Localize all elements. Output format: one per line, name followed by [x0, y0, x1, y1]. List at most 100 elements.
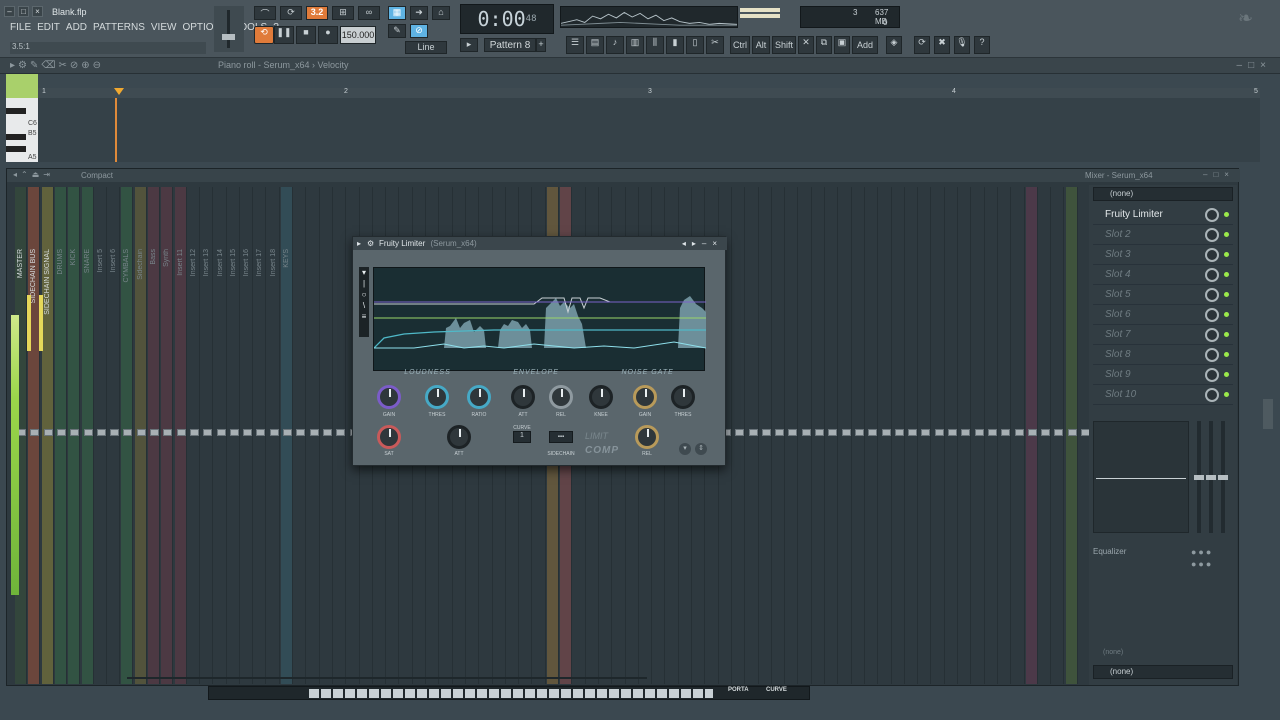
effect-slot-5[interactable]: Slot 5	[1093, 285, 1233, 305]
eq-knobs-icon[interactable]: ●●●	[1191, 547, 1213, 557]
track-fader[interactable]	[189, 429, 199, 436]
panic-icon[interactable]: ✖	[934, 36, 950, 54]
mixer-track-73[interactable]	[986, 187, 998, 684]
mixer-track-4[interactable]: KICK	[68, 187, 81, 684]
timeline-ruler[interactable]: 1 2 3 4 5	[38, 88, 1260, 98]
effect-slot-8[interactable]: Slot 8	[1093, 345, 1233, 365]
effect-slot-6[interactable]: Slot 6	[1093, 305, 1233, 325]
track-fader[interactable]	[176, 429, 186, 436]
menu-edit[interactable]: EDIT	[37, 22, 60, 33]
track-fader[interactable]	[854, 429, 864, 436]
piano-roll-grid[interactable]	[38, 98, 1260, 162]
menu-file[interactable]: FILE	[10, 22, 31, 33]
plugin-window-controls-icon[interactable]: ◂▸–×	[682, 237, 723, 250]
track-fader[interactable]	[1027, 429, 1037, 436]
piano-roll-tools-icon[interactable]: ▸⚙✎⌫✂⊘⊕⊖	[10, 60, 104, 71]
mixer-track-65[interactable]	[880, 187, 892, 684]
effect-slot-1[interactable]: Fruity Limiter	[1093, 205, 1233, 225]
mixer-track-78[interactable]	[1052, 187, 1065, 684]
midi-icon[interactable]: ◈	[886, 36, 902, 54]
mixer-track-17[interactable]: Insert 16	[241, 187, 254, 684]
track-fader[interactable]	[987, 429, 997, 436]
mixer-track-13[interactable]: Insert 12	[188, 187, 200, 684]
piano-roll-icon[interactable]: ♪	[606, 36, 624, 54]
gain-knob[interactable]	[377, 385, 401, 409]
tempo-display[interactable]: 150.000	[340, 26, 376, 44]
arrow-right-icon[interactable]: ➜	[410, 6, 428, 20]
track-fader[interactable]	[828, 429, 838, 436]
input-selector[interactable]: (none)	[1093, 187, 1233, 201]
track-fader[interactable]	[1054, 429, 1064, 436]
mixer-track-20[interactable]: KEYS	[281, 187, 293, 684]
track-fader[interactable]	[150, 429, 159, 436]
slot-enable-led[interactable]	[1224, 312, 1229, 317]
mixer-scrollbar[interactable]	[1263, 399, 1273, 429]
sidechain-selector[interactable]: ▪▪▪	[549, 431, 573, 443]
wait-input-icon[interactable]: ⟳	[280, 6, 302, 20]
track-fader[interactable]	[309, 429, 319, 436]
comp-attack-knob[interactable]	[447, 425, 471, 449]
porta-label[interactable]: PORTA	[728, 687, 749, 693]
mixer-track-54[interactable]	[733, 187, 746, 684]
mixer-track-14[interactable]: Insert 13	[201, 187, 214, 684]
mixer-track-79[interactable]	[1065, 187, 1078, 684]
pattern-prev-icon[interactable]: ▸	[460, 38, 478, 52]
piano-keyboard[interactable]: C6 B5 A5	[6, 98, 38, 162]
track-fader[interactable]	[243, 429, 253, 436]
mixer-track-76[interactable]	[1025, 187, 1038, 684]
stop-icon[interactable]: ■	[296, 26, 316, 44]
mixer-track-1[interactable]: SIDECHAIN BUS	[28, 187, 41, 684]
effect-slot-2[interactable]: Slot 2	[1093, 225, 1233, 245]
mixer-track-6[interactable]: Insert 5	[95, 187, 107, 684]
metronome-icon[interactable]: ⌒	[254, 6, 276, 20]
slot-enable-led[interactable]	[1224, 372, 1229, 377]
mixer-track-22[interactable]	[308, 187, 320, 684]
threshold-knob[interactable]	[425, 385, 449, 409]
track-fader[interactable]	[203, 429, 213, 436]
mixer-track-19[interactable]: Insert 18	[268, 187, 280, 684]
track-fader[interactable]	[110, 429, 120, 436]
slot-mix-knob[interactable]	[1205, 267, 1219, 282]
mixer-track-10[interactable]: Bass	[148, 187, 160, 684]
track-fader[interactable]	[123, 429, 133, 436]
track-fader[interactable]	[269, 429, 279, 436]
plugin-database-icon[interactable]: ▮	[666, 36, 684, 54]
effect-slot-9[interactable]: Slot 9	[1093, 365, 1233, 385]
playlist-icon[interactable]: ☰	[566, 36, 584, 54]
mixer-track-59[interactable]	[800, 187, 812, 684]
track-fader[interactable]	[30, 429, 40, 436]
mixer-track-3[interactable]: DRUMS	[54, 187, 67, 684]
mixer-track-7[interactable]: Insert 6	[108, 187, 121, 684]
track-fader[interactable]	[1067, 429, 1077, 436]
mixer-track-18[interactable]: Insert 17	[254, 187, 267, 684]
multilink-icon[interactable]: ⌂	[432, 6, 450, 20]
track-fader[interactable]	[881, 429, 891, 436]
track-fader[interactable]	[815, 429, 824, 436]
menu-toggle-icon[interactable]: –	[4, 6, 15, 17]
track-fader[interactable]	[735, 429, 745, 436]
slot-mix-knob[interactable]	[1205, 287, 1219, 302]
track-fader[interactable]	[163, 429, 173, 436]
slot-enable-led[interactable]	[1224, 332, 1229, 337]
help-icon[interactable]: ?	[974, 36, 990, 54]
mixer-track-55[interactable]	[747, 187, 759, 684]
gate-threshold-knob[interactable]	[671, 385, 695, 409]
mixer-track-2[interactable]: SIDECHAIN SIGNAL	[41, 187, 54, 684]
track-fader[interactable]	[841, 429, 851, 436]
mini-keyboard[interactable]	[309, 689, 713, 698]
track-fader[interactable]	[83, 429, 93, 436]
track-fader[interactable]	[43, 429, 53, 436]
saturation-knob[interactable]	[377, 425, 401, 449]
maximize-icon[interactable]: □	[18, 6, 29, 17]
attack-knob[interactable]	[511, 385, 535, 409]
knee-knob[interactable]	[589, 385, 613, 409]
mixer-icon[interactable]: ⫼	[646, 36, 664, 54]
typing-keyboard-icon[interactable]: ▦	[388, 6, 406, 20]
track-fader[interactable]	[256, 429, 266, 436]
slot-mix-knob[interactable]	[1205, 307, 1219, 322]
loop-record-icon[interactable]: ∞	[358, 6, 380, 20]
mixer-track-58[interactable]	[786, 187, 799, 684]
mixer-track-70[interactable]	[946, 187, 958, 684]
track-fader[interactable]	[336, 429, 346, 436]
output-selector[interactable]: (none)	[1093, 665, 1233, 679]
